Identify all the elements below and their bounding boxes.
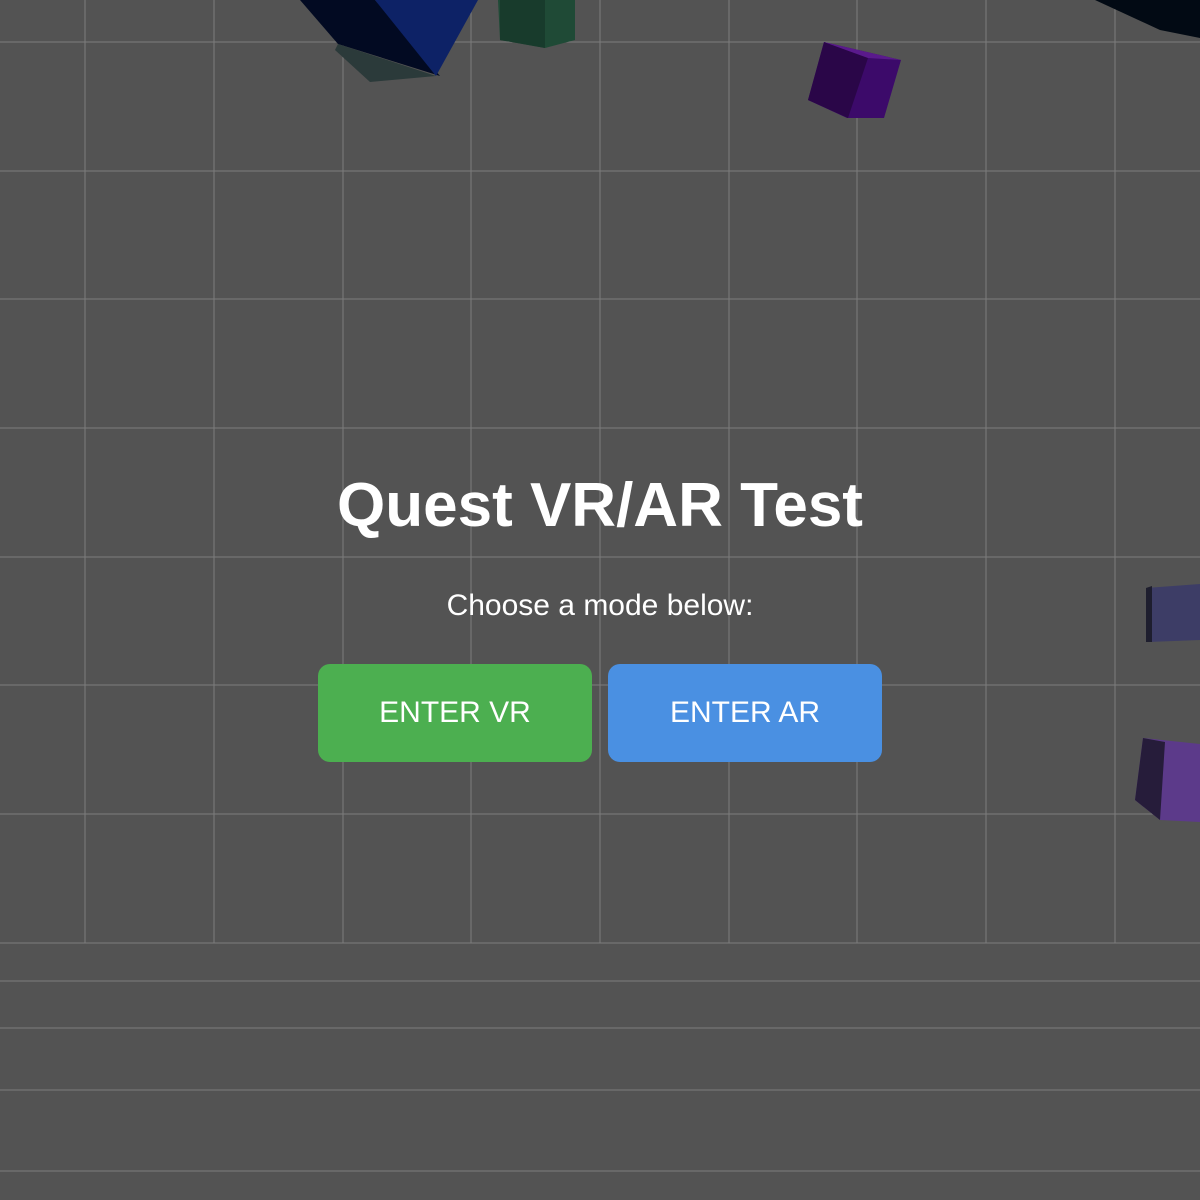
enter-vr-button[interactable]: ENTER VR: [318, 664, 592, 762]
enter-ar-button[interactable]: ENTER AR: [608, 664, 882, 762]
mode-selection-overlay: Quest VR/AR Test Choose a mode below: EN…: [0, 0, 1200, 1200]
page-subtitle: Choose a mode below:: [446, 589, 754, 622]
page-title: Quest VR/AR Test: [337, 471, 863, 540]
mode-button-group: ENTER VR ENTER AR: [318, 664, 882, 762]
